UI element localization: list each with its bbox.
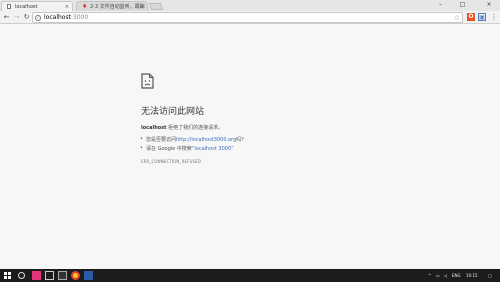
maximize-button[interactable]: □ — [454, 0, 471, 10]
tab-close-icon[interactable]: × — [140, 2, 144, 11]
menu-icon[interactable]: ⋮ — [490, 13, 498, 21]
tab-title: 2-3 文件自动监听，跟踪 — [90, 4, 145, 10]
tab-localhost[interactable]: localhost × — [1, 1, 73, 11]
network-icon[interactable]: ▭ — [436, 269, 440, 282]
error-host: localhost — [141, 125, 167, 131]
error-message: localhost 拒绝了我们的连接请求。 — [141, 124, 223, 131]
browser-toolbar: ← → ↻ i localhost:3000 ☆ O ▣ ⋮ — [0, 11, 500, 24]
info-icon[interactable]: i — [35, 15, 41, 21]
address-url[interactable]: localhost:3000 — [44, 13, 88, 23]
chrome-icon[interactable] — [71, 271, 80, 280]
suggestion-link[interactable]: http://localhost3000.org — [176, 137, 236, 143]
url-host: localhost — [44, 14, 71, 21]
bookmark-star-icon[interactable]: ☆ — [454, 13, 460, 23]
error-message-text: 拒绝了我们的连接请求。 — [168, 125, 224, 131]
search-icon[interactable] — [18, 272, 25, 279]
clock[interactable]: 10:15 — [466, 269, 478, 282]
back-button[interactable]: ← — [2, 12, 11, 23]
tab-close-icon[interactable]: × — [65, 2, 69, 11]
forward-button[interactable]: → — [12, 12, 21, 23]
tray-chevron-icon[interactable]: ^ — [428, 269, 431, 282]
error-page: 无法访问此网站 localhost 拒绝了我们的连接请求。 您是否要访问http… — [0, 25, 500, 269]
reload-button[interactable]: ↻ — [22, 12, 31, 23]
extension-icon[interactable]: ▣ — [478, 13, 486, 21]
address-bar[interactable]: i localhost:3000 ☆ — [32, 12, 463, 23]
tab-file-watch[interactable]: ♦ 2-3 文件自动监听，跟踪 × — [76, 1, 148, 11]
app-icon-pink[interactable] — [32, 271, 41, 280]
new-tab-button[interactable] — [148, 3, 164, 10]
video-site-icon: ♦ — [82, 3, 88, 10]
language-indicator[interactable]: ENG — [452, 269, 461, 282]
task-view-icon[interactable] — [45, 271, 54, 280]
suggestion-item: 您是否要访问http://localhost3000.org吗？ — [140, 136, 247, 143]
url-port: :3000 — [70, 14, 89, 21]
terminal-icon[interactable] — [58, 271, 67, 280]
error-code: ERR_CONNECTION_REFUSED — [141, 159, 201, 164]
minimize-button[interactable]: – — [432, 0, 449, 10]
app-icon-blue[interactable] — [84, 271, 93, 280]
taskbar: ^ ▭ ◁ ENG 10:15 ▢ — [0, 269, 500, 282]
suggestion-prefix: 请在 Google 中搜索 — [146, 146, 192, 152]
notification-icon[interactable]: ▢ — [485, 269, 495, 282]
suggestion-item: 请在 Google 中搜索“localhost 3000” — [140, 145, 234, 152]
suggestion-suffix: 吗？ — [236, 137, 247, 143]
tab-title: localhost — [15, 4, 38, 10]
tab-strip: localhost × ♦ 2-3 文件自动监听，跟踪 × – □ × — [0, 0, 500, 11]
office-extension-icon[interactable]: O — [467, 13, 475, 21]
suggestion-link[interactable]: “localhost 3000” — [192, 146, 234, 152]
volume-icon[interactable]: ◁ — [444, 269, 447, 282]
suggestion-prefix: 您是否要访问 — [146, 137, 177, 143]
close-window-button[interactable]: × — [478, 0, 500, 10]
error-title: 无法访问此网站 — [141, 107, 205, 117]
windows-start-icon[interactable] — [4, 271, 13, 280]
sad-document-icon — [141, 73, 154, 89]
page-icon — [7, 4, 11, 9]
